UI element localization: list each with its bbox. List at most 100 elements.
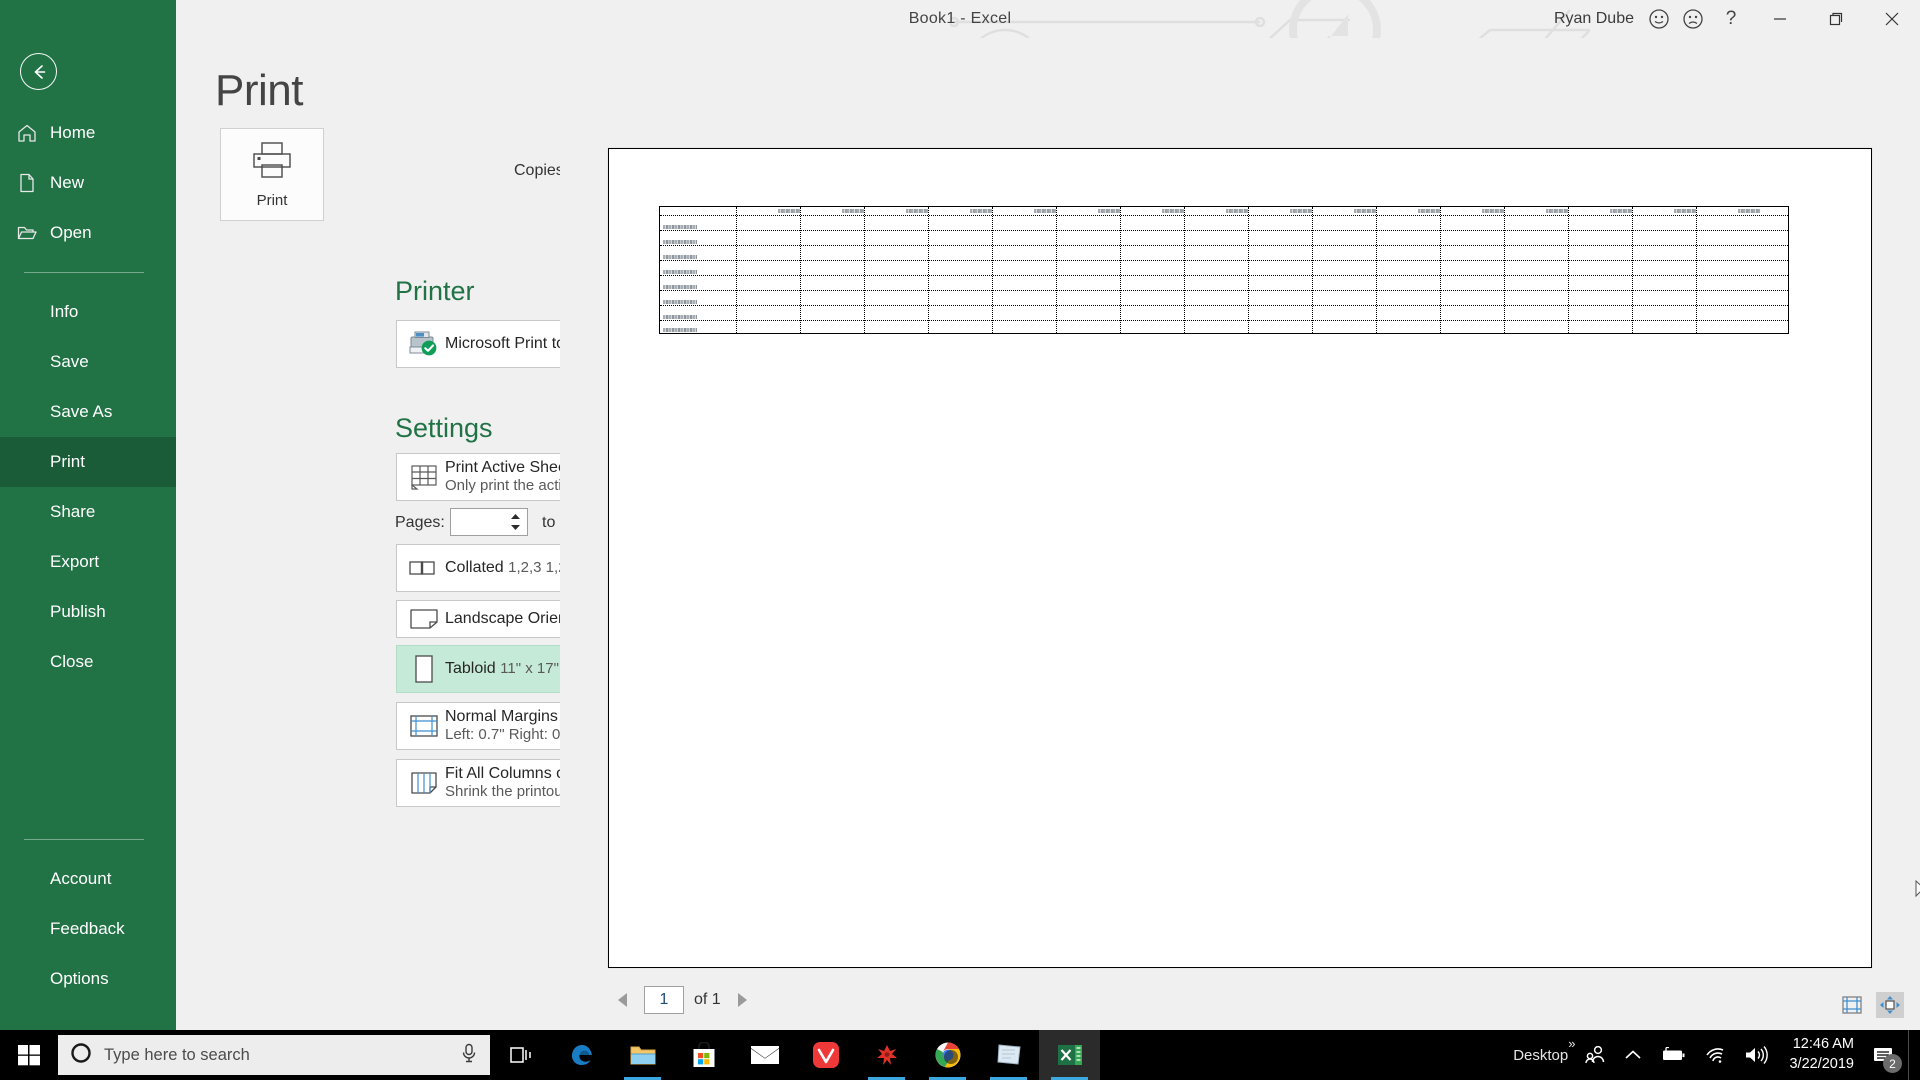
- sidebar-item-share[interactable]: Share: [0, 487, 176, 537]
- paper-size-value: Tabloid: [445, 660, 496, 677]
- previous-page-icon[interactable]: [610, 986, 634, 1014]
- preview-worksheet-grid: [659, 206, 1789, 334]
- sidebar-item-publish[interactable]: Publish: [0, 587, 176, 637]
- microphone-icon[interactable]: [460, 1043, 478, 1068]
- system-tray: Desktop » 12:46 AM 3/22/2019 2: [1513, 1030, 1920, 1080]
- preview-tool-buttons: [1838, 992, 1904, 1018]
- clock-date: 3/22/2019: [1789, 1056, 1854, 1072]
- show-hidden-icons-chevron[interactable]: [1615, 1030, 1651, 1080]
- red-app-icon: [876, 1045, 897, 1065]
- pages-label: Pages:: [395, 514, 445, 531]
- tray-overflow-label[interactable]: »: [1568, 1030, 1575, 1051]
- paper-size-dimensions: 11" x 17": [500, 660, 559, 677]
- windows-taskbar: Type here to search Desktop » 12:46 AM 3…: [0, 1030, 1920, 1080]
- worksheet-icon: [403, 463, 445, 491]
- search-placeholder: Type here to search: [104, 1045, 250, 1064]
- pages-from-spinner-arrows[interactable]: [510, 509, 521, 535]
- spinner-up-icon: [511, 514, 520, 519]
- margins-icon: [403, 713, 445, 739]
- notification-count-badge: 2: [1883, 1054, 1902, 1073]
- sidebar-item-account[interactable]: Account: [0, 854, 176, 904]
- action-center-icon[interactable]: 2: [1866, 1030, 1908, 1080]
- sidebar-item-options[interactable]: Options: [0, 954, 176, 1004]
- people-icon[interactable]: [1575, 1030, 1615, 1080]
- sidebar-item-label: Feedback: [50, 919, 125, 938]
- sidebar-item-home[interactable]: Home: [0, 108, 176, 158]
- page-number-input[interactable]: 1: [644, 986, 684, 1014]
- vivaldi-icon: [812, 1042, 839, 1068]
- taskbar-item-microsoft-edge[interactable]: [551, 1030, 612, 1080]
- taskbar-item-vivaldi[interactable]: [795, 1030, 856, 1080]
- taskbar-item-file-explorer[interactable]: [612, 1030, 673, 1080]
- search-input[interactable]: Type here to search: [58, 1035, 490, 1075]
- print-settings-panel: Print Print Copies: Printer: [176, 38, 700, 1030]
- collate-icon: [403, 558, 445, 578]
- taskbar-item-google-chrome[interactable]: [917, 1030, 978, 1080]
- sidebar-item-label: Save: [50, 352, 89, 371]
- page-title: Print: [215, 66, 303, 115]
- taskbar-clock[interactable]: 12:46 AM 3/22/2019: [1777, 1035, 1866, 1074]
- sidebar-item-open[interactable]: Open: [0, 208, 176, 258]
- scaling-icon: [403, 770, 445, 796]
- sidebar-item-save-as[interactable]: Save As: [0, 387, 176, 437]
- taskbar-item-excel[interactable]: [1039, 1030, 1100, 1080]
- preview-page-navigation: 1 of 1: [560, 980, 1920, 1020]
- printer-ready-icon: [403, 330, 445, 358]
- show-margins-icon[interactable]: [1838, 992, 1866, 1018]
- sidebar-item-label: Home: [50, 123, 96, 142]
- taskbar-item-task-view[interactable]: [490, 1030, 551, 1080]
- sidebar-item-label: Open: [50, 223, 92, 242]
- sidebar-item-save[interactable]: Save: [0, 337, 176, 387]
- sidebar-item-info[interactable]: Info: [0, 287, 176, 337]
- taskbar-item-mail[interactable]: [734, 1030, 795, 1080]
- landscape-page-icon: [403, 607, 445, 631]
- sidebar-item-print[interactable]: Print: [0, 437, 176, 487]
- new-document-icon: [16, 172, 50, 194]
- happy-face-icon[interactable]: [1642, 0, 1676, 38]
- home-icon: [16, 122, 50, 144]
- task-view-icon: [509, 1047, 531, 1063]
- sidebar-item-feedback[interactable]: Feedback: [0, 904, 176, 954]
- sidebar-item-export[interactable]: Export: [0, 537, 176, 587]
- sidebar-item-label: Print: [50, 452, 85, 471]
- next-page-icon[interactable]: [731, 986, 755, 1014]
- taskbar-item-notepad-app[interactable]: [978, 1030, 1039, 1080]
- sidebar-item-label: Publish: [50, 602, 106, 621]
- back-arrow-icon[interactable]: [20, 53, 57, 90]
- user-account-name[interactable]: Ryan Dube: [1554, 10, 1642, 28]
- show-desktop-button[interactable]: [1908, 1030, 1916, 1080]
- excel-print-backstage-window: Book1 - Excel Ryan Dube ? Home New Open …: [0, 0, 1920, 1080]
- sidebar-item-label: Save As: [50, 402, 113, 421]
- store-icon: [693, 1042, 714, 1067]
- battery-charging-icon[interactable]: [1651, 1030, 1695, 1080]
- sidebar-item-label: Info: [50, 302, 79, 321]
- spinner-down-icon: [511, 525, 520, 530]
- file-explorer-icon: [630, 1046, 655, 1065]
- cortana-circle-icon: [70, 1042, 92, 1069]
- close-button[interactable]: [1864, 0, 1920, 38]
- sidebar-item-close[interactable]: Close: [0, 637, 176, 687]
- chrome-icon: [935, 1042, 960, 1068]
- sidebar-item-label: Close: [50, 652, 94, 671]
- desktop-peek-label[interactable]: Desktop: [1513, 1047, 1568, 1064]
- restore-button[interactable]: [1808, 0, 1864, 38]
- taskbar-item-microsoft-store[interactable]: [673, 1030, 734, 1080]
- pages-from-stepper[interactable]: [450, 508, 528, 536]
- open-folder-icon: [16, 222, 50, 244]
- sidebar-item-new[interactable]: New: [0, 158, 176, 208]
- paper-size-icon: [403, 654, 445, 684]
- print-button[interactable]: Print: [220, 128, 324, 221]
- help-button[interactable]: ?: [1710, 8, 1752, 30]
- volume-icon[interactable]: [1735, 1030, 1777, 1080]
- zoom-to-page-icon[interactable]: [1876, 992, 1904, 1018]
- wifi-icon[interactable]: [1695, 1030, 1735, 1080]
- backstage-navigation: Home New Open Info Save Save As Print Sh…: [0, 0, 176, 1030]
- taskbar-item-app-red[interactable]: [856, 1030, 917, 1080]
- minimize-button[interactable]: [1752, 0, 1808, 38]
- printer-icon: [249, 140, 295, 185]
- title-bar: Book1 - Excel Ryan Dube ?: [0, 0, 1920, 38]
- page-count-label: of 1: [694, 991, 721, 1008]
- windows-start-icon[interactable]: [0, 1030, 58, 1080]
- print-preview-page[interactable]: [608, 148, 1872, 968]
- sad-face-icon[interactable]: [1676, 0, 1710, 38]
